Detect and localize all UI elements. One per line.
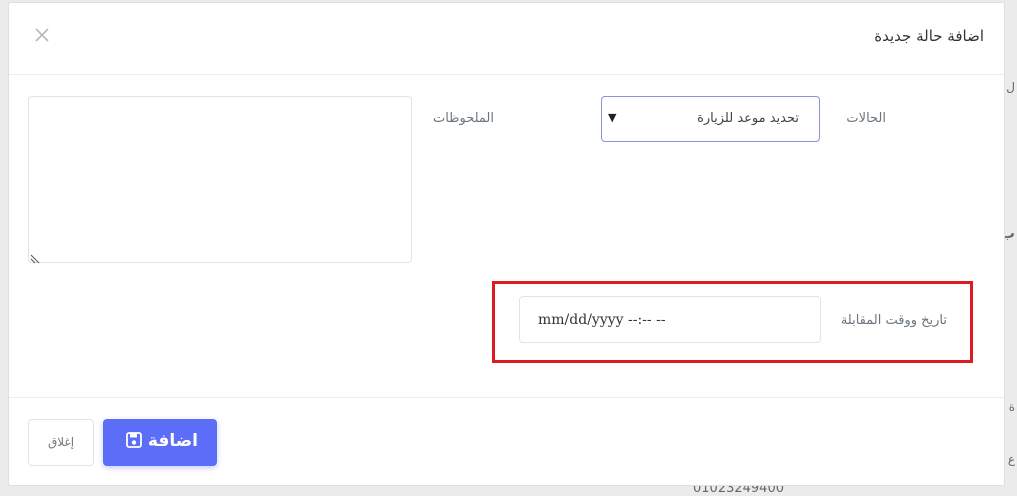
add-button-label: اضافة [147, 431, 198, 451]
background-text: ع [1007, 452, 1015, 466]
background-text: ل [1006, 80, 1015, 94]
add-status-modal: اضافة حالة جديدة الحالات تحديد موعد للزي… [8, 2, 1005, 486]
datetime-label: تاريخ ووقت المقابلة [840, 313, 947, 328]
resize-handle-icon[interactable] [30, 249, 42, 264]
save-icon [126, 432, 142, 448]
interview-datetime-input[interactable]: mm/dd/yyyy --:-- -- [519, 296, 821, 343]
close-icon[interactable] [34, 27, 50, 43]
background-text: ة [1008, 400, 1015, 414]
notes-textarea[interactable] [28, 96, 412, 264]
close-button[interactable]: إغلاق [28, 419, 94, 466]
chevron-down-icon: ▼ [608, 111, 617, 124]
notes-label: الملحوظات [432, 111, 494, 126]
status-selected-value: تحديد موعد للزيارة [697, 111, 799, 126]
modal-title: اضافة حالة جديدة [874, 27, 984, 45]
status-select[interactable]: تحديد موعد للزيارة ▼ [601, 96, 820, 142]
status-label: الحالات [846, 111, 886, 126]
modal-header: اضافة حالة جديدة [9, 3, 1004, 75]
add-button[interactable]: اضافة [103, 419, 217, 466]
footer-divider [9, 397, 1004, 398]
datetime-value: mm/dd/yyyy --:-- -- [538, 312, 666, 328]
